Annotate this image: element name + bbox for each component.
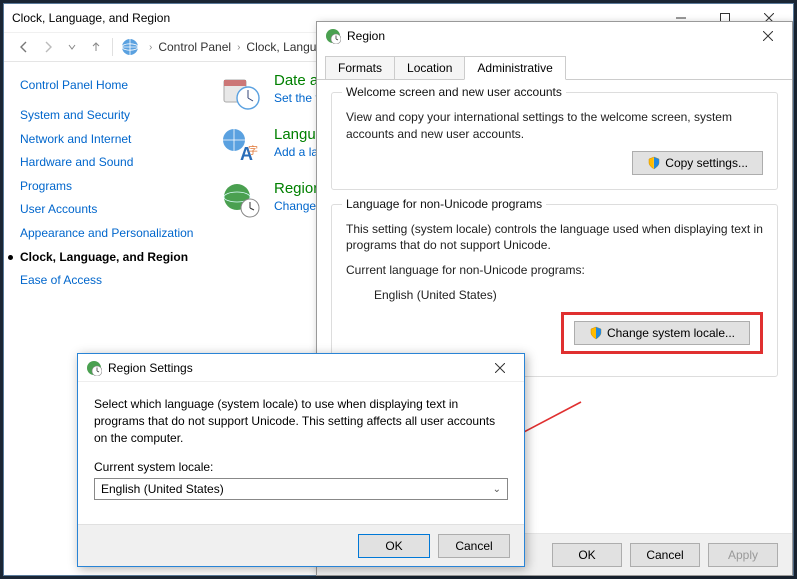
nonunicode-text: This setting (system locale) controls th… [346, 221, 763, 255]
ok-button[interactable]: OK [358, 534, 430, 558]
sidebar-item-programs[interactable]: Programs [20, 179, 196, 195]
shield-icon [647, 156, 661, 170]
shield-icon [589, 326, 603, 340]
close-button[interactable] [748, 24, 788, 48]
region-titlebar: Region [317, 22, 792, 50]
rs-footer: OK Cancel [78, 524, 524, 566]
history-dropdown[interactable] [60, 35, 84, 59]
apply-button: Apply [708, 543, 778, 567]
cp-title: Clock, Language, and Region [12, 11, 170, 25]
rs-label: Current system locale: [94, 460, 508, 474]
current-lang-label: Current language for non-Unicode program… [346, 262, 763, 279]
nonunicode-group: Language for non-Unicode programs This s… [331, 204, 778, 377]
sidebar-item-ease[interactable]: Ease of Access [20, 273, 196, 289]
welcome-group: Welcome screen and new user accounts Vie… [331, 92, 778, 190]
sidebar-item-appearance[interactable]: Appearance and Personalization [20, 226, 196, 242]
svg-text:字: 字 [248, 144, 258, 157]
cat-title: Region [274, 180, 322, 197]
tab-administrative[interactable]: Administrative [464, 56, 565, 80]
globe-icon [121, 38, 139, 56]
region-title: Region [347, 29, 385, 43]
btn-label: Change system locale... [607, 326, 735, 340]
rs-title: Region Settings [108, 361, 193, 375]
cp-home-link[interactable]: Control Panel Home [20, 78, 196, 92]
up-button[interactable] [84, 35, 108, 59]
welcome-text: View and copy your international setting… [346, 109, 763, 143]
highlight-box: Change system locale... [561, 312, 763, 354]
tab-formats[interactable]: Formats [325, 56, 395, 79]
ok-button[interactable]: OK [552, 543, 622, 567]
locale-combobox[interactable]: English (United States) ⌄ [94, 478, 508, 500]
close-button[interactable] [480, 356, 520, 380]
sidebar-item-users[interactable]: User Accounts [20, 202, 196, 218]
tab-location[interactable]: Location [394, 56, 465, 79]
group-legend: Language for non-Unicode programs [342, 197, 546, 211]
globe-icon [325, 28, 341, 44]
sidebar-item-network[interactable]: Network and Internet [20, 132, 196, 148]
rs-text: Select which language (system locale) to… [94, 396, 508, 446]
rs-titlebar: Region Settings [78, 354, 524, 382]
change-locale-button[interactable]: Change system locale... [574, 321, 750, 345]
group-legend: Welcome screen and new user accounts [342, 85, 566, 99]
region-settings-dialog: Region Settings Select which language (s… [77, 353, 525, 567]
rs-body: Select which language (system locale) to… [78, 382, 524, 514]
globe-clock-icon [220, 180, 260, 220]
back-button[interactable] [12, 35, 36, 59]
chevron-right-icon: › [143, 42, 158, 53]
combo-value: English (United States) [101, 482, 224, 496]
clock-icon [220, 72, 260, 112]
current-lang-value: English (United States) [374, 287, 763, 304]
globe-icon [86, 360, 102, 376]
sidebar-item-hardware[interactable]: Hardware and Sound [20, 155, 196, 171]
cat-sub[interactable]: Change l [274, 199, 322, 213]
sidebar-item-system[interactable]: System and Security [20, 108, 196, 124]
forward-button[interactable] [36, 35, 60, 59]
cancel-button[interactable]: Cancel [630, 543, 700, 567]
tab-strip: Formats Location Administrative [317, 56, 792, 80]
language-icon: A字 [220, 126, 260, 166]
cancel-button[interactable]: Cancel [438, 534, 510, 558]
sidebar-item-clock[interactable]: Clock, Language, and Region [20, 250, 196, 266]
copy-settings-button[interactable]: Copy settings... [632, 151, 763, 175]
breadcrumb-root[interactable]: Control Panel [158, 40, 231, 54]
btn-label: Copy settings... [665, 156, 748, 170]
breadcrumb[interactable]: › Control Panel › Clock, Langu... [143, 40, 326, 54]
chevron-right-icon: › [231, 42, 246, 53]
breadcrumb-leaf[interactable]: Clock, Langu... [246, 40, 326, 54]
chevron-down-icon: ⌄ [493, 484, 501, 495]
